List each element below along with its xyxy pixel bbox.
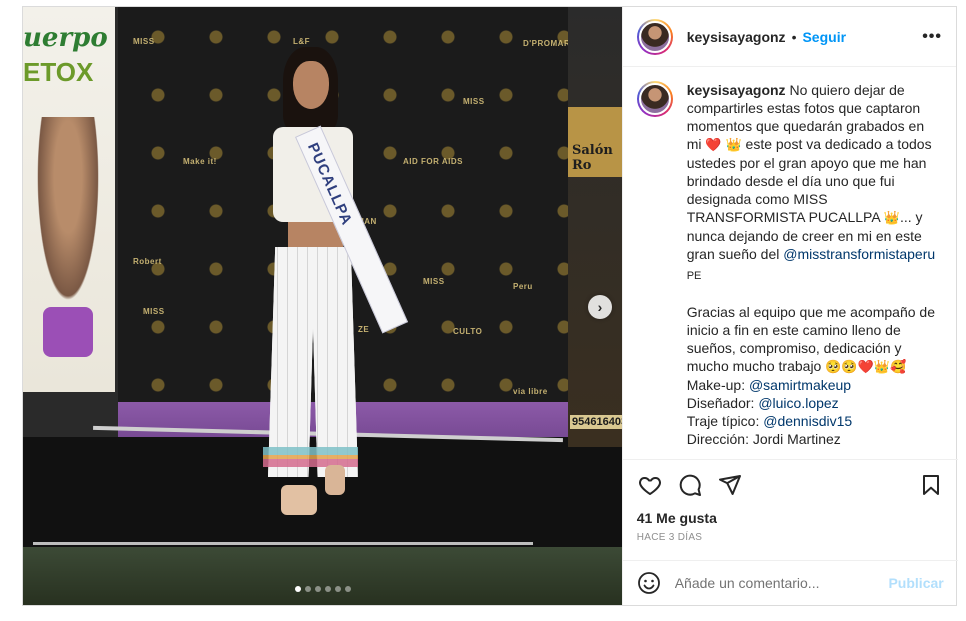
backdrop-logo: Make it! bbox=[183, 157, 217, 166]
banner-product bbox=[43, 307, 93, 357]
instagram-post: MISS Make it! MISS L&F D'PROMART AID FOR… bbox=[22, 6, 958, 606]
comment-bubble-icon[interactable] bbox=[677, 472, 703, 498]
banner-figure bbox=[33, 117, 103, 317]
carousel-dots bbox=[23, 586, 622, 592]
heart-emoji: ❤️ bbox=[705, 137, 722, 152]
backdrop-logo: MISS bbox=[143, 307, 165, 316]
post-header: keysisayagonz • Seguir ••• bbox=[622, 7, 956, 67]
post-date[interactable]: HACE 3 DÍAS bbox=[637, 532, 944, 543]
avatar[interactable] bbox=[636, 18, 673, 55]
carousel-dot[interactable] bbox=[325, 586, 331, 592]
backdrop-logo: MISS bbox=[423, 277, 445, 286]
mention-link[interactable]: @dennisdiv15 bbox=[763, 413, 852, 429]
comment-bar: Publicar bbox=[622, 560, 958, 605]
caption-username-link[interactable]: keysisayagonz bbox=[687, 82, 786, 98]
crown-emoji: 👑 bbox=[725, 137, 742, 152]
caption-paragraph: keysisayagonz No quiero dejar de compart… bbox=[687, 81, 942, 285]
more-options-button[interactable]: ••• bbox=[922, 28, 942, 46]
caption-paragraph: Gracias al equipo que me acompaño de ini… bbox=[687, 303, 942, 448]
like-heart-icon[interactable] bbox=[637, 472, 663, 498]
outfit-pants bbox=[268, 247, 358, 477]
emoji-sequence: 🥺🥺❤️👑🥰 bbox=[825, 359, 907, 374]
credit-label: Traje típico: bbox=[686, 413, 764, 429]
crown-emoji: 👑 bbox=[883, 210, 900, 225]
banner-phone: 954616403 bbox=[570, 415, 622, 429]
backdrop-logo: CULTO bbox=[453, 327, 483, 336]
likes-count[interactable]: 41 Me gusta bbox=[637, 510, 944, 526]
mention-link[interactable]: @luico.lopez bbox=[758, 395, 838, 411]
backdrop-logo: Peru bbox=[513, 282, 533, 291]
backdrop-logo: L&F bbox=[293, 37, 311, 46]
left-banner: uerpo ETOX bbox=[23, 7, 115, 392]
credit-label: Diseñador: bbox=[686, 395, 759, 411]
banner-salon-text: Salón Ro bbox=[572, 143, 613, 173]
carousel-dot[interactable] bbox=[335, 586, 341, 592]
follow-button[interactable]: Seguir bbox=[802, 29, 846, 45]
caption-area: keysisayagonz No quiero dejar de compart… bbox=[623, 67, 956, 459]
backdrop-logo: Robert bbox=[133, 257, 162, 266]
flag-emoji: PE bbox=[686, 270, 702, 282]
post-details-panel: keysisayagonz • Seguir ••• keysisayagonz… bbox=[621, 7, 958, 605]
carousel-dot[interactable] bbox=[315, 586, 321, 592]
post-actions: 41 Me gusta HACE 3 DÍAS bbox=[622, 459, 958, 543]
outfit-hem bbox=[263, 447, 358, 467]
avatar-image bbox=[638, 20, 671, 53]
avatar[interactable] bbox=[636, 81, 673, 117]
save-bookmark-icon[interactable] bbox=[918, 472, 944, 498]
avatar-image bbox=[638, 83, 671, 115]
carousel-dot[interactable] bbox=[345, 586, 351, 592]
backdrop-logo: MISS bbox=[463, 97, 485, 106]
backdrop-logo: MISS bbox=[133, 37, 155, 46]
model-figure: PUCALLPA bbox=[233, 47, 409, 527]
publish-button[interactable]: Publicar bbox=[888, 575, 943, 591]
banner-slogan: ETOX bbox=[23, 57, 94, 87]
carousel-dot[interactable] bbox=[305, 586, 311, 592]
comment-input[interactable] bbox=[674, 575, 889, 591]
post-media-image[interactable]: MISS Make it! MISS L&F D'PROMART AID FOR… bbox=[23, 7, 622, 605]
right-banner: Salón Ro 954616403 bbox=[568, 7, 622, 447]
backdrop-logo: AID FOR AIDS bbox=[403, 157, 463, 166]
credit-direction: Dirección: Jordi Martinez bbox=[686, 431, 841, 447]
face bbox=[293, 61, 329, 109]
username-link[interactable]: keysisayagonz bbox=[687, 29, 786, 45]
action-bar bbox=[637, 470, 944, 500]
caption-text: keysisayagonz No quiero dejar de compart… bbox=[687, 81, 942, 459]
mention-link[interactable]: @misstransformistaperu bbox=[783, 246, 935, 262]
share-paper-plane-icon[interactable] bbox=[717, 472, 743, 498]
carousel-dot[interactable] bbox=[295, 586, 301, 592]
stage-edge-line bbox=[33, 542, 533, 545]
emoji-smiley-icon[interactable] bbox=[637, 571, 661, 595]
separator-dot: • bbox=[791, 28, 797, 45]
shoe bbox=[281, 485, 317, 515]
shoe bbox=[325, 465, 345, 495]
ground bbox=[23, 547, 622, 605]
banner-slogan: uerpo bbox=[23, 23, 108, 53]
backdrop-logo: via libre bbox=[513, 387, 548, 396]
credit-label: Make-up: bbox=[686, 377, 749, 393]
mention-link[interactable]: @samirtmakeup bbox=[749, 377, 851, 393]
carousel-next-button[interactable]: › bbox=[588, 295, 612, 319]
